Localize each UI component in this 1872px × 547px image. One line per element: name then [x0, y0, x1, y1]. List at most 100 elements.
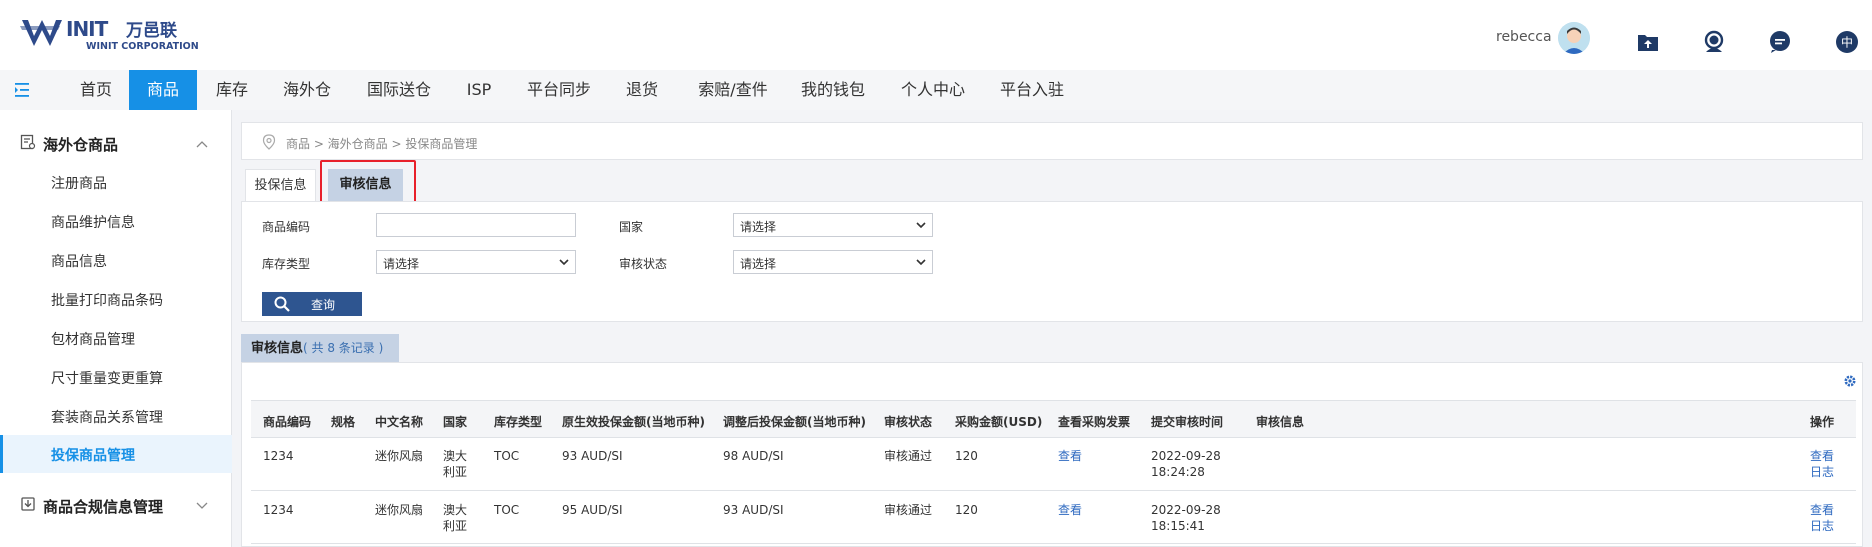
- nav-platform-join[interactable]: 平台入驻: [994, 70, 1070, 110]
- sidebar-item-product-maintenance[interactable]: 商品维护信息: [0, 202, 232, 240]
- sidebar-item-label: 注册商品: [51, 176, 107, 192]
- cell-country-line1: 澳大: [443, 449, 468, 463]
- sidebar-item-label: 商品维护信息: [51, 215, 135, 231]
- cell-product-code: 1234: [263, 449, 294, 463]
- sidebar-item-register-product[interactable]: 注册商品: [0, 163, 232, 201]
- cell-original-amount: 95 AUD/SI: [562, 503, 623, 517]
- column-header[interactable]: 规格: [331, 413, 355, 430]
- sidebar-item-label: 包材商品管理: [51, 332, 135, 348]
- search-icon: [274, 296, 290, 312]
- cell-review-status: 审核通过: [884, 503, 933, 517]
- sidebar-item-label: 尺寸重量变更重算: [51, 371, 163, 387]
- cell-adjusted-amount: 98 AUD/SI: [723, 449, 784, 463]
- nav-returns[interactable]: 退货: [617, 70, 667, 110]
- sidebar-item-packaging-management[interactable]: 包材商品管理: [0, 319, 232, 357]
- language-switch-icon[interactable]: 中: [1835, 30, 1859, 54]
- query-button[interactable]: 查询: [262, 292, 362, 316]
- cell-original-amount: 93 AUD/SI: [562, 449, 623, 463]
- nav-home[interactable]: 首页: [64, 70, 128, 110]
- winit-logo[interactable]: INIT 万邑联 WINIT CORPORATION: [20, 16, 220, 52]
- nav-personal-center[interactable]: 个人中心: [895, 70, 971, 110]
- column-header[interactable]: 采购金额(USD): [955, 413, 1042, 430]
- column-header[interactable]: 原生效投保金额(当地币种): [562, 413, 705, 430]
- svg-text:WINIT CORPORATION: WINIT CORPORATION: [86, 41, 199, 52]
- stock-type-select[interactable]: 请选择: [376, 250, 576, 274]
- menu-toggle-icon[interactable]: [15, 82, 35, 98]
- folder-upload-icon[interactable]: [1636, 30, 1660, 54]
- cell-review-status: 审核通过: [884, 449, 933, 463]
- log-link[interactable]: 日志: [1810, 464, 1834, 480]
- breadcrumb-bar: 商品 > 海外仓商品 > 投保商品管理: [241, 122, 1863, 160]
- cell-submit-time: 18:24:28: [1151, 465, 1205, 479]
- view-invoice-link[interactable]: 查看: [1058, 448, 1082, 464]
- customer-service-icon[interactable]: [1702, 30, 1726, 54]
- username[interactable]: rebecca: [1496, 29, 1552, 45]
- review-status-select[interactable]: 请选择: [733, 250, 933, 274]
- sidebar-item-label: 批量打印商品条码: [51, 293, 163, 309]
- column-header[interactable]: 调整后投保金额(当地币种): [723, 413, 866, 430]
- sidebar-item-size-weight-recalc[interactable]: 尺寸重量变更重算: [0, 358, 232, 396]
- column-header[interactable]: 中文名称: [375, 413, 423, 430]
- table-row: 1234 迷你风扇 澳大 利亚 TOC 95 AUD/SI 93 AUD/SI …: [251, 491, 1856, 544]
- nav-claims[interactable]: 索赔/查件: [690, 70, 776, 110]
- cell-cn-name: 迷你风扇: [375, 503, 424, 517]
- stock-type-select-value: 请选择: [383, 257, 420, 271]
- breadcrumb: 商品 > 海外仓商品 > 投保商品管理: [286, 137, 478, 151]
- view-link[interactable]: 查看: [1810, 448, 1834, 464]
- column-header[interactable]: 审核信息: [1256, 413, 1304, 430]
- cell-product-code: 1234: [263, 503, 294, 517]
- review-status-label: 审核状态: [619, 257, 668, 271]
- nav-wallet[interactable]: 我的钱包: [795, 70, 871, 110]
- country-select[interactable]: 请选择: [733, 213, 933, 237]
- sidebar-item-batch-print-barcode[interactable]: 批量打印商品条码: [0, 280, 232, 318]
- cell-submit-time: 18:15:41: [1151, 519, 1205, 533]
- result-count: ( 共 8 条记录 ): [303, 341, 384, 355]
- cell-country-line2: 利亚: [443, 465, 468, 479]
- column-header[interactable]: 查看采购发票: [1058, 413, 1130, 430]
- column-header[interactable]: 库存类型: [494, 413, 542, 430]
- column-header[interactable]: 操作: [1810, 413, 1834, 430]
- cell-submit-date: 2022-09-28: [1151, 449, 1221, 463]
- sidebar-item-label: 投保商品管理: [51, 448, 135, 464]
- cell-purchase-amount: 120: [955, 503, 978, 517]
- view-link[interactable]: 查看: [1810, 502, 1834, 518]
- product-code-input[interactable]: [376, 213, 576, 237]
- message-icon[interactable]: [1768, 30, 1792, 54]
- gear-icon[interactable]: [1843, 374, 1857, 388]
- review-status-select-value: 请选择: [740, 257, 777, 271]
- stock-type-label: 库存类型: [262, 257, 311, 271]
- nav-overseas-warehouse[interactable]: 海外仓: [274, 70, 340, 110]
- tab-insurance-info[interactable]: 投保信息: [245, 169, 316, 201]
- compliance-download-icon: [20, 496, 36, 512]
- column-header[interactable]: 提交审核时间: [1151, 413, 1223, 430]
- sidebar-group-label: 海外仓商品: [43, 136, 119, 154]
- column-header[interactable]: 国家: [443, 413, 467, 430]
- sidebar-group-compliance[interactable]: 商品合规信息管理: [0, 484, 232, 524]
- sidebar-item-product-info[interactable]: 商品信息: [0, 241, 232, 279]
- user-avatar[interactable]: [1558, 22, 1590, 54]
- sidebar-item-bundle-relations[interactable]: 套装商品关系管理: [0, 397, 232, 435]
- country-label: 国家: [619, 220, 644, 234]
- nav-isp[interactable]: ISP: [458, 70, 500, 110]
- cell-stock-type: TOC: [494, 503, 520, 517]
- cell-submit-date: 2022-09-28: [1151, 503, 1221, 517]
- nav-platform-sync[interactable]: 平台同步: [521, 70, 597, 110]
- top-header: INIT 万邑联 WINIT CORPORATION rebecca 中: [0, 0, 1872, 70]
- nav-inventory[interactable]: 库存: [204, 70, 260, 110]
- table-header: 商品编码 规格 中文名称 国家 库存类型 原生效投保金额(当地币种) 调整后投保…: [251, 400, 1856, 438]
- sidebar-group-label: 商品合规信息管理: [43, 498, 164, 516]
- country-select-value: 请选择: [740, 220, 777, 234]
- result-title: 审核信息: [251, 341, 304, 356]
- nav-products[interactable]: 商品: [129, 70, 197, 110]
- chevron-down-icon: [196, 499, 208, 509]
- nav-intl-delivery[interactable]: 国际送仓: [358, 70, 440, 110]
- sidebar-item-insured-products[interactable]: 投保商品管理: [0, 435, 232, 473]
- view-invoice-link[interactable]: 查看: [1058, 502, 1082, 518]
- sidebar-item-label: 套装商品关系管理: [51, 410, 163, 426]
- column-header[interactable]: 商品编码: [263, 413, 311, 430]
- sidebar-group-overseas-products[interactable]: 海外仓商品: [0, 122, 232, 162]
- log-link[interactable]: 日志: [1810, 518, 1834, 534]
- column-header[interactable]: 审核状态: [884, 413, 932, 430]
- sidebar-item-label: 商品信息: [51, 254, 107, 270]
- cell-stock-type: TOC: [494, 449, 520, 463]
